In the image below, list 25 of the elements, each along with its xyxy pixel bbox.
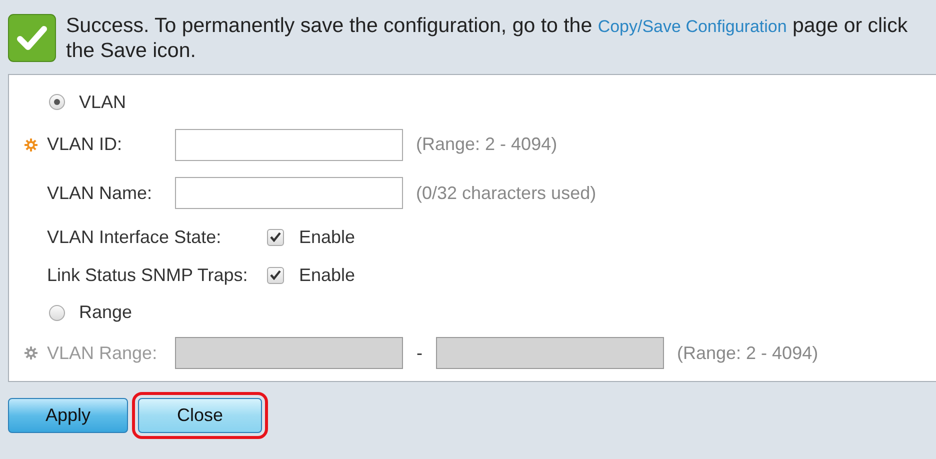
text-field[interactable] <box>175 177 403 209</box>
required-icon <box>24 138 38 152</box>
checkbox-label: Link Status SNMP Traps: <box>47 264 249 286</box>
radio-label: Range <box>79 302 132 323</box>
text-field[interactable] <box>175 128 403 160</box>
range-separator: - <box>416 342 424 364</box>
field-hint: (Range: 2 - 4094) <box>416 134 558 155</box>
radio-button[interactable] <box>49 94 65 110</box>
success-check-icon <box>8 14 56 62</box>
checkbox[interactable] <box>267 266 284 284</box>
radio-label: VLAN <box>79 92 126 112</box>
field-hint: (0/32 characters used) <box>416 182 596 204</box>
radio-button[interactable] <box>49 304 65 320</box>
checkbox[interactable] <box>267 228 284 246</box>
close-button[interactable]: Close <box>138 398 262 433</box>
required-icon <box>24 346 38 360</box>
checkbox-option: Enable <box>299 264 356 286</box>
field-label: VLAN Name: <box>47 182 154 204</box>
field-label: VLAN ID: <box>47 134 124 155</box>
checkbox-option: Enable <box>299 226 356 248</box>
checkbox-label: VLAN Interface State: <box>47 226 222 248</box>
field-hint: (Range: 2 - 4094) <box>677 342 818 364</box>
field-label: VLAN Range: <box>47 342 158 364</box>
success-message: Success. To permanently save the configuration, go to the Copy/Save Configuration page or click the Save icon. <box>66 14 909 63</box>
apply-button[interactable]: Apply <box>8 398 128 433</box>
